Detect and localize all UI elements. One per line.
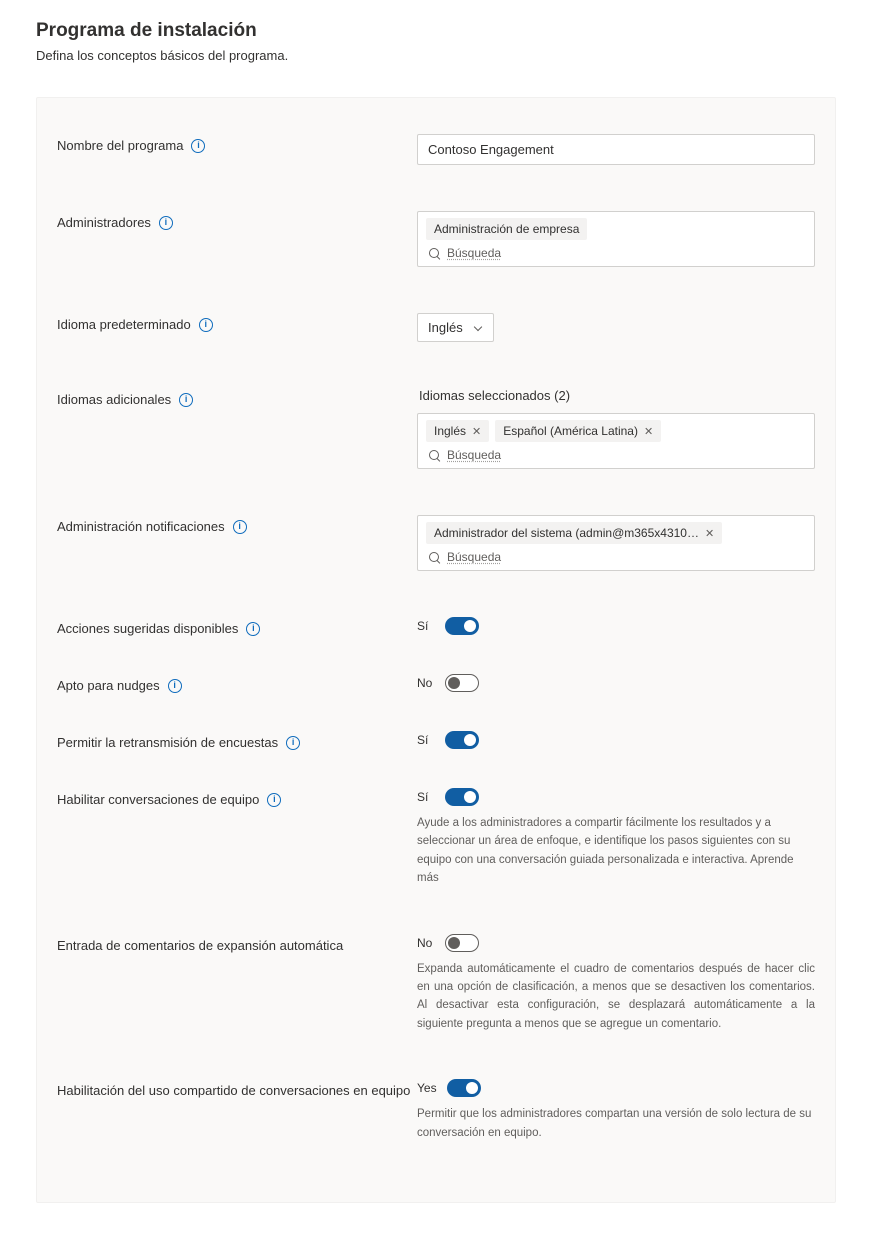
label-text: Administración notificaciones <box>57 519 225 534</box>
info-icon[interactable]: i <box>199 318 213 332</box>
search-icon <box>428 551 441 564</box>
label-additional-langs: Idiomas adicionales i <box>57 388 417 407</box>
toggle-state-team-share: Yes <box>417 1081 437 1095</box>
label-auto-expand: Entrada de comentarios de expansión auto… <box>57 934 417 953</box>
toggle-state-suggested: Sí <box>417 619 435 633</box>
close-icon[interactable]: ✕ <box>472 425 481 438</box>
select-value: Inglés <box>428 320 463 335</box>
admins-search[interactable]: Búsqueda <box>426 244 806 260</box>
toggle-state-team-conv: Sí <box>417 790 435 804</box>
toggle-team-conv[interactable] <box>445 788 479 806</box>
label-team-share: Habilitación del uso compartido de conve… <box>57 1079 417 1098</box>
label-suggested-actions: Acciones sugeridas disponibles i <box>57 617 417 636</box>
chip-label: Inglés <box>434 424 466 438</box>
chevron-down-icon <box>473 323 483 333</box>
toggle-state-auto-expand: No <box>417 936 435 950</box>
label-text: Acciones sugeridas disponibles <box>57 621 238 636</box>
program-name-input[interactable] <box>417 134 815 165</box>
label-text: Nombre del programa <box>57 138 183 153</box>
info-icon[interactable]: i <box>159 216 173 230</box>
label-survey-rebroadcast: Permitir la retransmisión de encuestas i <box>57 731 417 750</box>
search-icon <box>428 247 441 260</box>
notification-chip[interactable]: Administrador del sistema (admin@m365x43… <box>426 522 722 544</box>
langs-search[interactable]: Búsqueda <box>426 446 806 462</box>
langs-chipbox[interactable]: Inglés ✕ Español (América Latina) ✕ Búsq… <box>417 413 815 469</box>
label-text: Administradores <box>57 215 151 230</box>
label-text: Entrada de comentarios de expansión auto… <box>57 938 343 953</box>
label-program-name: Nombre del programa i <box>57 134 417 153</box>
toggle-auto-expand[interactable] <box>445 934 479 952</box>
page-title: Programa de instalación <box>36 20 836 42</box>
page-subtitle: Defina los conceptos básicos del program… <box>36 48 836 63</box>
lang-chip-english[interactable]: Inglés ✕ <box>426 420 489 442</box>
notifications-chipbox[interactable]: Administrador del sistema (admin@m365x43… <box>417 515 815 571</box>
label-admins: Administradores i <box>57 211 417 230</box>
toggle-nudges[interactable] <box>445 674 479 692</box>
info-icon[interactable]: i <box>191 139 205 153</box>
chip-label: Administrador del sistema (admin@m365x43… <box>434 526 699 540</box>
label-text: Habilitar conversaciones de equipo <box>57 792 259 807</box>
notifications-search[interactable]: Búsqueda <box>426 548 806 564</box>
close-icon[interactable]: ✕ <box>644 425 653 438</box>
chip-label: Español (América Latina) <box>503 424 638 438</box>
label-team-conv: Habilitar conversaciones de equipo i <box>57 788 417 807</box>
admins-chipbox[interactable]: Administración de empresa Búsqueda <box>417 211 815 267</box>
label-default-lang: Idioma predeterminado i <box>57 313 417 332</box>
chip-label: Administración de empresa <box>434 222 579 236</box>
info-icon[interactable]: i <box>233 520 247 534</box>
admin-chip[interactable]: Administración de empresa <box>426 218 587 240</box>
label-text: Habilitación del uso compartido de conve… <box>57 1083 410 1098</box>
toggle-suggested-actions[interactable] <box>445 617 479 635</box>
toggle-survey-rebroadcast[interactable] <box>445 731 479 749</box>
help-team-share: Permitir que los administradores compart… <box>417 1105 815 1142</box>
toggle-team-share[interactable] <box>447 1079 481 1097</box>
toggle-state-nudges: No <box>417 676 435 690</box>
label-admin-notifications: Administración notificaciones i <box>57 515 417 534</box>
label-nudges: Apto para nudges i <box>57 674 417 693</box>
search-icon <box>428 449 441 462</box>
info-icon[interactable]: i <box>246 622 260 636</box>
label-text: Apto para nudges <box>57 678 160 693</box>
label-text: Permitir la retransmisión de encuestas <box>57 735 278 750</box>
help-team-conv: Ayude a los administradores a compartir … <box>417 814 815 888</box>
lang-chip-es-la[interactable]: Español (América Latina) ✕ <box>495 420 661 442</box>
info-icon[interactable]: i <box>179 393 193 407</box>
toggle-state-rebroadcast: Sí <box>417 733 435 747</box>
search-placeholder: Búsqueda <box>447 550 501 564</box>
info-icon[interactable]: i <box>168 679 182 693</box>
close-icon[interactable]: ✕ <box>705 527 714 540</box>
help-auto-expand: Expanda automáticamente el cuadro de com… <box>417 960 815 1034</box>
search-placeholder: Búsqueda <box>447 448 501 462</box>
label-text: Idiomas adicionales <box>57 392 171 407</box>
info-icon[interactable]: i <box>267 793 281 807</box>
search-placeholder: Búsqueda <box>447 246 501 260</box>
settings-panel: Nombre del programa i Administradores i … <box>36 97 836 1203</box>
info-icon[interactable]: i <box>286 736 300 750</box>
selected-langs-header: Idiomas seleccionados (2) <box>419 388 815 403</box>
default-lang-select[interactable]: Inglés <box>417 313 494 342</box>
label-text: Idioma predeterminado <box>57 317 191 332</box>
